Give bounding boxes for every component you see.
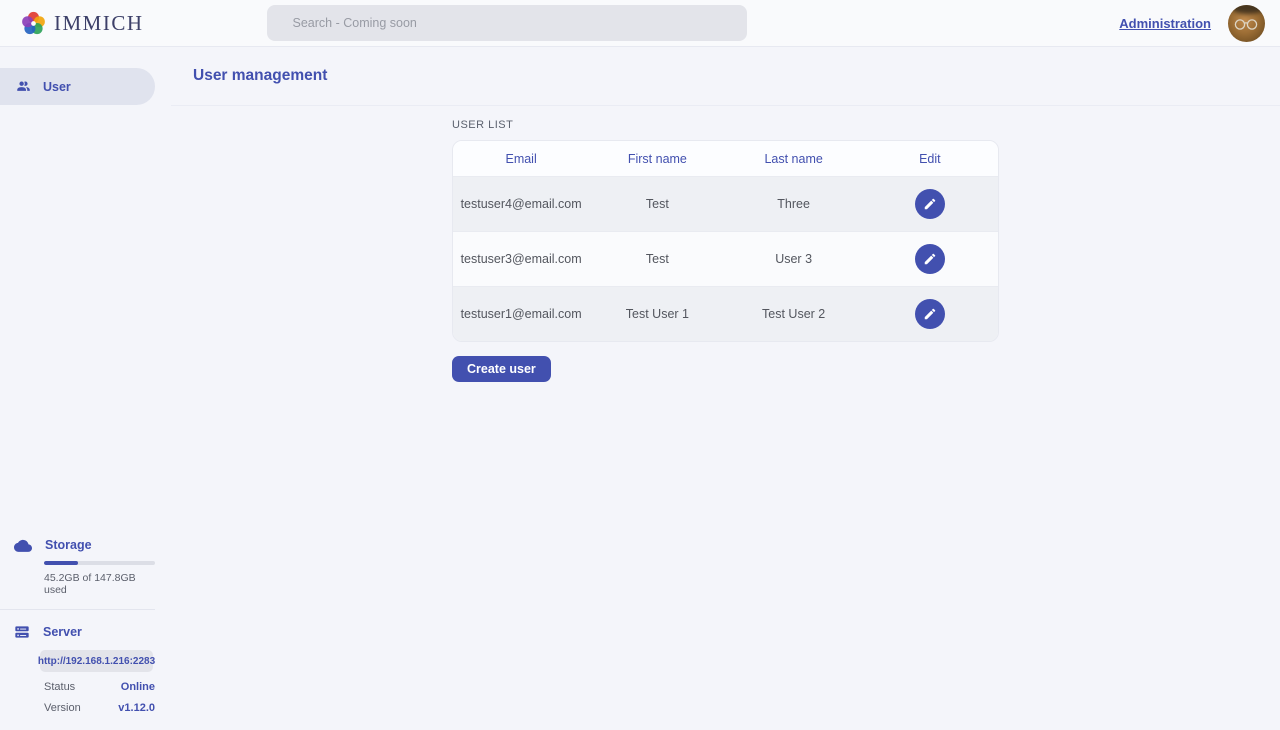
edit-user-button[interactable] [915, 299, 945, 329]
sidebar-item-user[interactable]: User [0, 68, 155, 105]
glasses-icon [1233, 18, 1260, 31]
server-version-value: v1.12.0 [118, 702, 155, 714]
table-row: testuser3@email.com Test User 3 [453, 231, 998, 286]
server-url-badge: http://192.168.1.216:2283 [40, 650, 153, 672]
user-list-section: USER LIST Email First name Last name Edi… [452, 119, 999, 382]
server-icon [14, 624, 30, 640]
search-bar [267, 5, 747, 41]
edit-user-button[interactable] [915, 244, 945, 274]
pencil-icon [923, 252, 937, 266]
section-label: USER LIST [452, 119, 999, 131]
pencil-icon [923, 197, 937, 211]
storage-usage-text: 45.2GB of 147.8GB used [44, 572, 155, 596]
search-input[interactable] [267, 5, 747, 41]
server-version-row: Version v1.12.0 [44, 702, 155, 714]
sidebar-nav: User [0, 47, 171, 105]
cell-email: testuser3@email.com [453, 252, 589, 266]
main-content: User management USER LIST Email First na… [171, 47, 1280, 730]
topbar-actions: Administration [1119, 5, 1265, 42]
table-header-row: Email First name Last name Edit [453, 141, 998, 176]
administration-link[interactable]: Administration [1119, 16, 1211, 31]
cell-email: testuser1@email.com [453, 307, 589, 321]
cell-last-name: Test User 2 [726, 307, 862, 321]
cell-last-name: Three [726, 197, 862, 211]
immich-flower-icon [20, 10, 47, 37]
page-title: User management [193, 67, 327, 85]
page-header: User management [171, 47, 1280, 106]
server-status-row: Status Online [44, 681, 155, 693]
sidebar-divider [0, 609, 155, 610]
edit-user-button[interactable] [915, 189, 945, 219]
column-header-email: Email [453, 152, 589, 166]
column-header-first-name: First name [589, 152, 725, 166]
storage-progress-fill [44, 561, 78, 565]
storage-progress-bar [44, 561, 155, 565]
column-header-edit: Edit [862, 152, 998, 166]
column-header-last-name: Last name [726, 152, 862, 166]
server-title: Server [43, 625, 82, 639]
users-icon [15, 79, 32, 94]
storage-section-header: Storage [14, 538, 155, 552]
cell-first-name: Test [589, 197, 725, 211]
sidebar-item-label: User [43, 80, 71, 94]
top-navigation-bar: IMMICH Administration [0, 0, 1280, 47]
cloud-icon [14, 539, 32, 552]
cell-first-name: Test User 1 [589, 307, 725, 321]
user-avatar[interactable] [1228, 5, 1265, 42]
cell-last-name: User 3 [726, 252, 862, 266]
server-status-label: Status [44, 681, 75, 693]
server-status-value: Online [121, 681, 155, 693]
cell-email: testuser4@email.com [453, 197, 589, 211]
server-section-header: Server [14, 624, 155, 640]
sidebar: User Storage 45.2GB of 147.8GB used [0, 47, 171, 730]
server-version-label: Version [44, 702, 81, 714]
user-table: Email First name Last name Edit testuser… [452, 140, 999, 342]
table-row: testuser4@email.com Test Three [453, 176, 998, 231]
brand-home-link[interactable]: IMMICH [20, 10, 144, 37]
cell-first-name: Test [589, 252, 725, 266]
sidebar-status-panel: Storage 45.2GB of 147.8GB used Server [0, 538, 171, 730]
create-user-button[interactable]: Create user [452, 356, 551, 382]
brand-name: IMMICH [54, 11, 144, 36]
pencil-icon [923, 307, 937, 321]
table-row: testuser1@email.com Test User 1 Test Use… [453, 286, 998, 341]
storage-title: Storage [45, 538, 92, 552]
